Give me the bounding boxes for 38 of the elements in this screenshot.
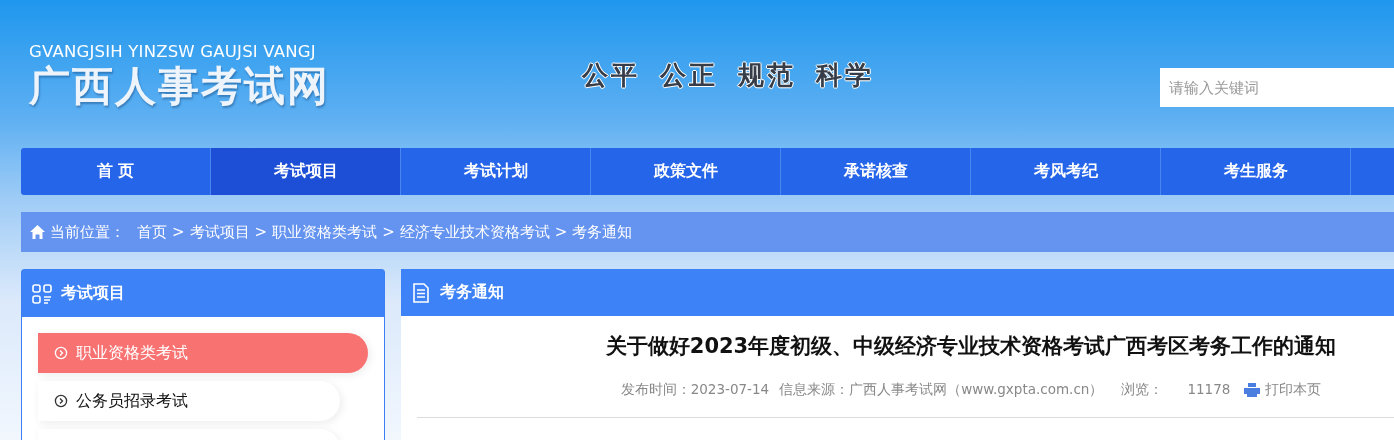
sidebar-item[interactable]: 公务员招录考试	[38, 381, 340, 421]
nav-tab[interactable]: 考风考纪	[971, 148, 1161, 195]
nav-tab[interactable]: 承诺核查	[781, 148, 971, 195]
nav-tab[interactable]: 考生服务	[1161, 148, 1351, 195]
chevron-circle-icon	[54, 346, 68, 360]
slogan-text: 公正	[660, 59, 718, 92]
print-link[interactable]: 打印本页	[1244, 381, 1322, 399]
breadcrumb-link[interactable]: 职业资格类考试	[272, 222, 378, 242]
breadcrumb-link[interactable]: 首页	[137, 222, 167, 242]
nav-tab[interactable]: 考试计划	[401, 148, 591, 195]
meta-text: 信息来源：广西人事考试网（www.gxpta.com.cn）	[779, 381, 1104, 399]
nav-tab[interactable]: 首 页	[21, 148, 211, 195]
slogan-text: 规范	[738, 59, 796, 92]
logo-subtitle: GVANGJSIH YINZSW GAUJSI VANGJ	[29, 42, 317, 61]
sidebar-item[interactable]: 职业资格类考试	[38, 333, 368, 373]
breadcrumb-link[interactable]: 考务通知	[572, 222, 633, 242]
article-title: 关于做好2023年度初级、中级经济专业技术资格考试广西考区考务工作的通知	[604, 333, 1338, 360]
slogan-text: 公平	[582, 59, 640, 92]
breadcrumb-separator: >	[254, 223, 268, 241]
breadcrumb-separator: >	[554, 223, 568, 241]
nav-tab[interactable]: 考试项目	[211, 148, 401, 195]
home-icon	[29, 224, 46, 240]
breadcrumb-link[interactable]: 经济专业技术资格考试	[399, 222, 550, 242]
nav-tab[interactable]: 政策文件	[591, 148, 781, 195]
chevron-circle-icon	[54, 394, 68, 408]
grid-list-icon	[32, 283, 52, 304]
breadcrumb-label: 当前位置：	[50, 222, 125, 242]
search-field[interactable]: 请输入关键词	[1160, 68, 1394, 107]
slogan-text: 科学	[816, 59, 874, 92]
meta-text: 浏览： 11178	[1121, 381, 1231, 399]
panel-title: 考务通知	[440, 282, 504, 303]
panel-title: 考试项目	[61, 283, 125, 304]
meta-text: 发布时间：2023-07-14	[620, 381, 770, 399]
breadcrumb-separator: >	[382, 223, 395, 241]
document-icon	[411, 282, 431, 303]
breadcrumb-link[interactable]: 考试项目	[189, 222, 250, 242]
printer-icon	[1244, 383, 1261, 397]
breadcrumb-separator: >	[172, 223, 185, 241]
